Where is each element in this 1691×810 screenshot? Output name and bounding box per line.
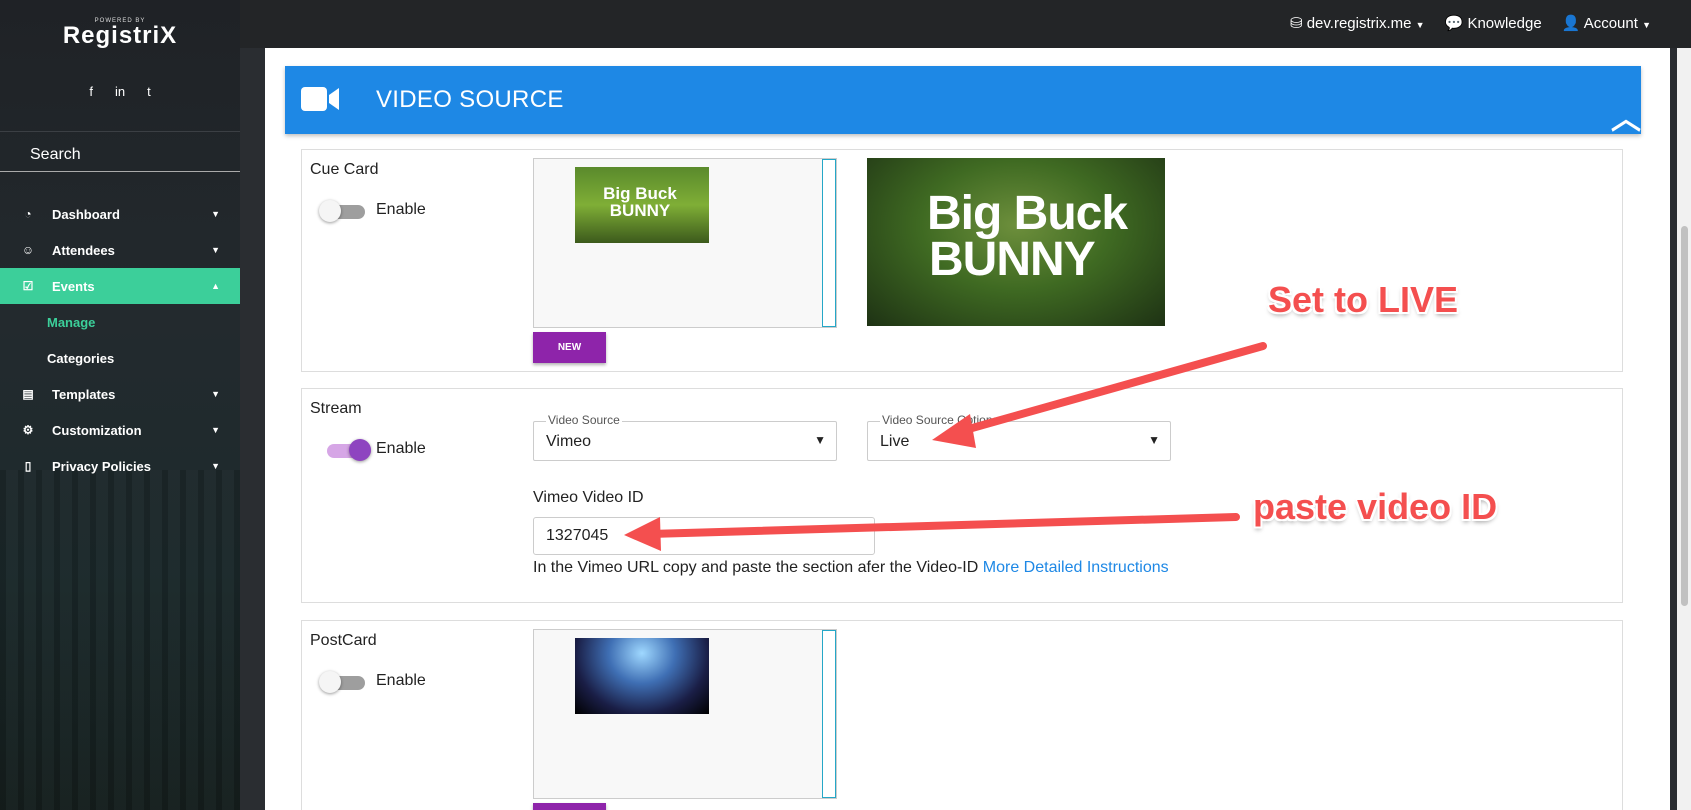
sidebar-item-label: Events: [52, 278, 95, 294]
sidebar-nav: ◔ Dashboard ▼ ☺ Attendees ▼ ☑ Events ▲ M…: [0, 196, 240, 484]
knowledge-link[interactable]: 💬 Knowledge: [1445, 14, 1542, 32]
chevron-down-icon: ▼: [211, 389, 220, 399]
cue-card-upload[interactable]: Big Buck BUNNY: [533, 158, 837, 328]
video-source-options-label: Video Source Options: [880, 413, 1001, 427]
cue-card-preview: Big Buck BUNNY: [867, 158, 1165, 326]
caret-down-icon: ▼: [1415, 20, 1425, 30]
sidebar-item-label: Templates: [52, 386, 116, 402]
caret-down-icon: ▼: [1642, 20, 1651, 30]
cue-card-enable-label: Enable: [376, 201, 426, 218]
layout-icon: ▤: [22, 387, 34, 401]
paste-id-annotation: paste video ID: [1253, 486, 1498, 527]
sidebar-item-customization[interactable]: ⚙ Customization ▼: [0, 412, 240, 448]
dropdown-arrow-icon: ▼: [1148, 433, 1160, 447]
gauge-icon: ◔: [24, 207, 32, 221]
section-title: VIDEO SOURCE: [376, 86, 564, 113]
database-icon: ⛁: [1289, 15, 1303, 32]
sidebar-item-events[interactable]: ☑ Events ▲: [0, 268, 240, 304]
twitter-icon[interactable]: t: [147, 84, 151, 99]
instructions-link[interactable]: More Detailed Instructions: [983, 559, 1169, 576]
stream-label: Stream: [310, 400, 362, 417]
stream-toggle[interactable]: [325, 439, 371, 461]
account-dropdown[interactable]: 👤 Account ▼: [1562, 14, 1651, 32]
site-dropdown[interactable]: ⛁ dev.registrix.me ▼: [1290, 14, 1425, 32]
sidebar-item-privacy-policies[interactable]: ▯ Privacy Policies ▼: [0, 448, 240, 484]
set-live-annotation: Set to LIVE: [1268, 279, 1459, 320]
video-source-value: Vimeo: [546, 433, 592, 450]
sidebar-subitem-manage[interactable]: Manage: [0, 304, 240, 340]
postcard-toggle[interactable]: [319, 671, 365, 693]
social-links: f in t: [0, 84, 240, 99]
search-underline: [0, 171, 240, 172]
chevron-up-icon[interactable]: ︿: [1611, 94, 1641, 138]
help-text: In the Vimeo URL copy and paste the sect…: [533, 559, 979, 576]
linkedin-icon[interactable]: in: [115, 84, 125, 99]
chevron-down-icon: ▼: [211, 425, 220, 435]
vimeo-id-input[interactable]: 1327045: [533, 517, 875, 555]
sidebar-item-attendees[interactable]: ☺ Attendees ▼: [0, 232, 240, 268]
video-source-label: Video Source: [546, 413, 622, 427]
chat-icon: 💬: [1444, 15, 1464, 32]
sidebar-subitem-categories[interactable]: Categories: [0, 340, 240, 376]
sidebar-item-label: Customization: [52, 422, 142, 438]
postcard-label: PostCard: [310, 632, 377, 649]
chevron-up-icon: ▲: [211, 281, 220, 291]
video-source-select[interactable]: Video Source Vimeo ▼: [533, 413, 837, 461]
cue-card-thumbnail: Big Buck BUNNY: [575, 167, 709, 243]
postcard-panel: PostCard Enable: [301, 620, 1623, 810]
sidebar-item-label: Attendees: [52, 242, 115, 258]
chevron-down-icon: ▼: [211, 245, 220, 255]
site-label: dev.registrix.me: [1306, 15, 1412, 32]
chevron-down-icon: ▼: [211, 461, 220, 471]
calendar-check-icon: ☑: [22, 279, 34, 293]
postcard-upload[interactable]: [533, 629, 837, 799]
facebook-icon[interactable]: f: [89, 84, 93, 99]
scrollbar-thumb[interactable]: [1681, 226, 1688, 606]
postcard-new-button[interactable]: [533, 803, 606, 810]
user-icon: 👤: [1561, 15, 1581, 32]
thumbnail-title: Big Buck BUNNY: [603, 184, 677, 220]
top-navbar: ⛁ dev.registrix.me ▼ 💬 Knowledge 👤 Accou…: [240, 0, 1691, 48]
sidebar-divider: [0, 131, 240, 132]
knowledge-label: Knowledge: [1467, 15, 1542, 32]
chevron-down-icon: ▼: [211, 209, 220, 219]
video-source-header[interactable]: VIDEO SOURCE ︿: [285, 66, 1641, 136]
video-source-options-value: Live: [880, 433, 910, 450]
logo-text: RegistriX: [62, 22, 178, 49]
sidebar-item-dashboard[interactable]: ◔ Dashboard ▼: [0, 196, 240, 232]
sidebar-search[interactable]: Search: [30, 146, 81, 164]
gear-icon: ⚙: [22, 423, 34, 437]
new-button[interactable]: NEW: [533, 332, 606, 363]
video-source-options-select[interactable]: Video Source Options Live ▼: [867, 413, 1171, 461]
logo[interactable]: POWERED BY RegistriX: [0, 18, 240, 50]
vimeo-id-label: Vimeo Video ID: [533, 489, 644, 506]
postcard-thumbnail: [575, 638, 709, 714]
file-icon: ▯: [24, 459, 32, 473]
cue-card-label: Cue Card: [310, 161, 379, 178]
stream-enable-label: Enable: [376, 440, 426, 457]
sidebar: POWERED BY RegistriX f in t Search ◔ Das…: [0, 0, 240, 810]
upload-edge: [822, 159, 836, 327]
postcard-enable-label: Enable: [376, 672, 426, 689]
dropdown-arrow-icon: ▼: [814, 433, 826, 447]
cue-card-panel: Cue Card Enable Big Buck BUNNY NEW Big B…: [301, 149, 1623, 372]
sidebar-background: [0, 470, 240, 810]
sidebar-item-label: Privacy Policies: [52, 458, 152, 474]
preview-title-line2: BUNNY: [929, 233, 1096, 286]
sidebar-item-label: Dashboard: [52, 206, 120, 222]
smile-icon: ☺: [21, 243, 35, 257]
cue-card-toggle[interactable]: [319, 200, 365, 222]
upload-edge: [822, 630, 836, 798]
video-camera-icon: [301, 87, 339, 111]
vimeo-help-text: In the Vimeo URL copy and paste the sect…: [533, 559, 1169, 577]
sidebar-item-templates[interactable]: ▤ Templates ▼: [0, 376, 240, 412]
account-label: Account: [1583, 15, 1638, 32]
